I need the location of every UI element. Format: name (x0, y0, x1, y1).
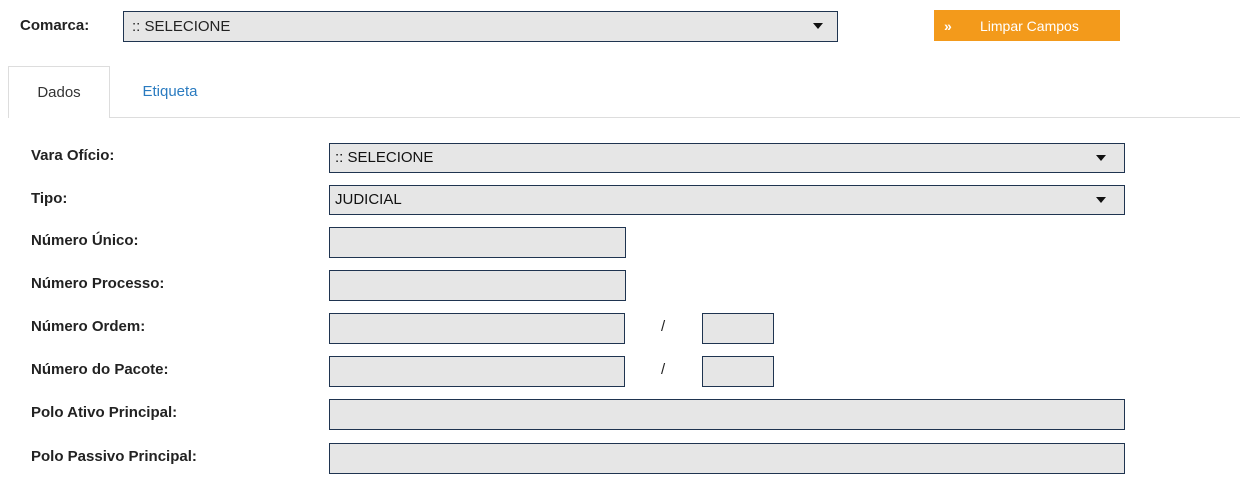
tipo-label: Tipo: (31, 190, 68, 207)
numero-processo-label: Número Processo: (31, 275, 165, 292)
chevron-down-icon (1096, 155, 1106, 161)
polo-ativo-label: Polo Ativo Principal: (31, 404, 178, 421)
comarca-select-value: :: SELECIONE (132, 18, 231, 35)
vara-oficio-select[interactable]: :: SELECIONE (329, 143, 1125, 173)
limpar-campos-label: Limpar Campos (980, 17, 1079, 34)
numero-unico-input[interactable] (329, 227, 626, 258)
numero-pacote-separator: / (661, 361, 666, 378)
numero-unico-label: Número Único: (31, 232, 139, 249)
numero-ordem-input[interactable] (329, 313, 625, 344)
chevron-down-icon (813, 23, 823, 29)
page: Comarca: :: SELECIONE » Limpar Campos Da… (0, 0, 1240, 493)
polo-passivo-input[interactable] (329, 443, 1125, 474)
polo-ativo-input[interactable] (329, 399, 1125, 430)
tab-etiqueta[interactable]: Etiqueta (120, 66, 220, 118)
numero-ordem-label: Número Ordem: (31, 318, 146, 335)
numero-ordem-separator: / (661, 318, 666, 335)
chevron-down-icon (1096, 197, 1106, 203)
tipo-select[interactable]: JUDICIAL (329, 185, 1125, 215)
tabs-divider (109, 117, 1240, 118)
numero-pacote-suffix-input[interactable] (702, 356, 774, 387)
numero-ordem-suffix-input[interactable] (702, 313, 774, 344)
comarca-label: Comarca: (20, 17, 90, 34)
comarca-select[interactable]: :: SELECIONE (123, 11, 838, 42)
vara-oficio-select-value: :: SELECIONE (335, 149, 434, 166)
numero-processo-input[interactable] (329, 270, 626, 301)
tab-dados[interactable]: Dados (8, 66, 110, 118)
tipo-select-value: JUDICIAL (335, 191, 402, 208)
numero-pacote-label: Número do Pacote: (31, 361, 169, 378)
vara-oficio-label: Vara Ofício: (31, 147, 115, 164)
polo-passivo-label: Polo Passivo Principal: (31, 448, 197, 465)
numero-pacote-input[interactable] (329, 356, 625, 387)
limpar-campos-button[interactable]: » Limpar Campos (934, 10, 1120, 41)
double-chevron-right-icon: » (944, 17, 952, 34)
